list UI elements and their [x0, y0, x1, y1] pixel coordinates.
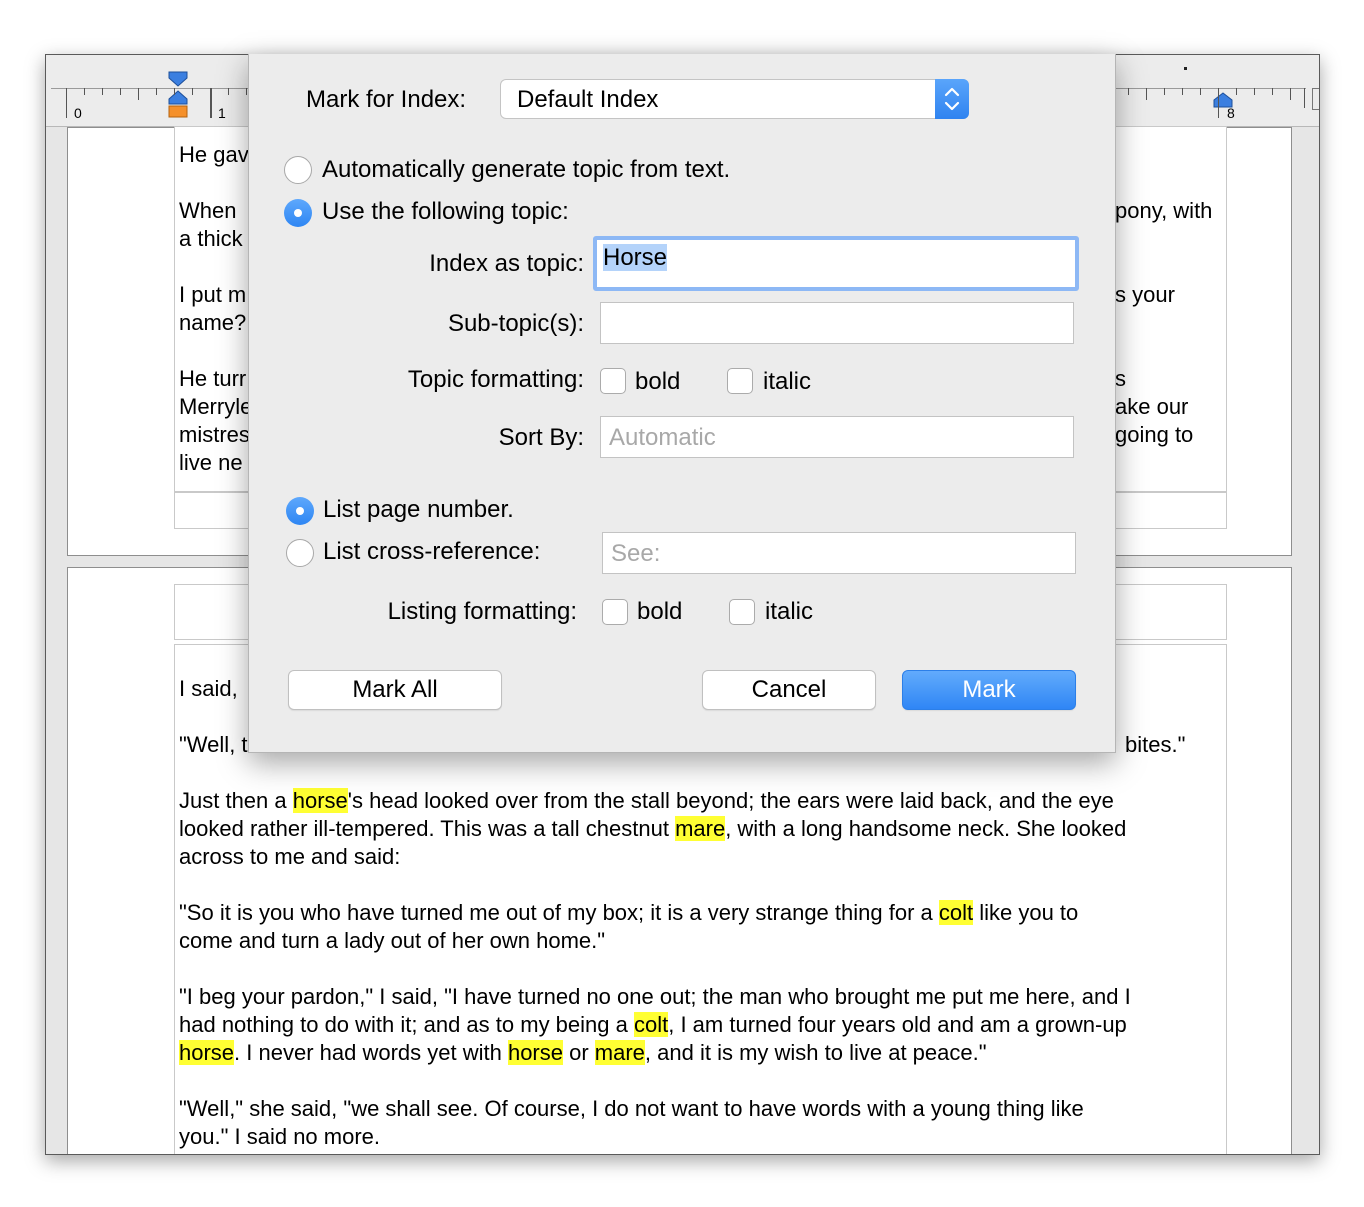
ruler-tick [1236, 88, 1237, 95]
index-highlight[interactable]: colt [633, 1012, 669, 1037]
listing-bold-checkbox[interactable] [602, 599, 628, 625]
ruler-tick [1272, 88, 1273, 95]
index-select-value: Default Index [517, 86, 659, 113]
text-line: you." I said no more. [179, 1124, 381, 1149]
chevron-up-down-icon[interactable] [935, 79, 969, 119]
text-line: going to [1115, 422, 1194, 447]
mark-for-index-dialog: Mark for Index: Default Index Automatica… [248, 54, 1116, 753]
text-line: I put m [179, 282, 247, 307]
ruler-tick [1304, 88, 1305, 108]
text-line: come and turn a lady out of her own home… [179, 928, 606, 953]
subtopic-label: Sub-topic(s): [447, 310, 584, 337]
text-line: live ne [179, 450, 243, 475]
text-line: horse. I never had words yet with horse … [179, 1040, 987, 1065]
index-as-topic-label: Index as topic: [429, 250, 584, 277]
subtopic-field[interactable] [600, 302, 1074, 344]
text-line: Merryle [179, 394, 253, 419]
topic-bold-checkbox[interactable] [600, 368, 626, 394]
ruler-tick [156, 88, 157, 95]
listing-italic-label[interactable]: italic [765, 598, 813, 626]
text-line: "Well, t [179, 732, 248, 757]
text-line: a thick [179, 226, 243, 251]
topic-italic-label[interactable]: italic [763, 368, 811, 396]
ruler-tick [228, 88, 229, 95]
ruler-tick [120, 88, 121, 95]
mark-button[interactable]: Mark [902, 670, 1076, 710]
index-highlight[interactable]: colt [938, 900, 974, 925]
text-line: He turr [179, 366, 247, 391]
radio-list-cross-reference[interactable] [286, 539, 314, 567]
index-select[interactable]: Default Index [500, 79, 969, 119]
index-highlight[interactable]: mare [594, 1040, 645, 1065]
text-line: bites." [1125, 732, 1186, 757]
radio-auto-generate[interactable] [284, 156, 312, 184]
index-as-topic-value: Horse [603, 244, 668, 271]
text-line: I said, [179, 676, 238, 701]
index-as-topic-field[interactable]: Horse [593, 236, 1079, 291]
text-line: s [1115, 366, 1126, 391]
text-line: Just then a horse's head looked over fro… [179, 788, 1114, 813]
radio-use-topic[interactable] [284, 199, 312, 227]
ruler-end [1312, 88, 1319, 110]
ruler-tick [84, 88, 85, 95]
mark-for-index-label: Mark for Index: [306, 86, 467, 113]
radio-list-page-number[interactable] [286, 497, 314, 525]
ruler-tick [174, 88, 175, 95]
listing-italic-checkbox[interactable] [729, 599, 755, 625]
ruler-tick [246, 88, 247, 95]
radio-auto-generate-label[interactable]: Automatically generate topic from text. [322, 156, 730, 184]
index-highlight[interactable]: mare [675, 816, 726, 841]
ruler-tick [102, 88, 103, 95]
radio-use-topic-label[interactable]: Use the following topic: [322, 198, 569, 226]
index-highlight[interactable]: horse [292, 788, 348, 813]
sort-by-field[interactable]: Automatic [600, 416, 1074, 458]
ruler-tick [210, 88, 211, 118]
ruler-number: 0 [74, 105, 82, 121]
text-line: mistres [179, 422, 250, 447]
ruler-tick [1128, 88, 1129, 95]
text-line: name? [179, 310, 247, 335]
topic-bold-label[interactable]: bold [635, 368, 680, 396]
radio-list-page-number-label[interactable]: List page number. [323, 496, 514, 524]
ruler-tick [1218, 88, 1219, 118]
text-line: He gav [179, 142, 249, 167]
ruler-tick [66, 88, 67, 118]
listing-formatting-label: Listing formatting: [387, 598, 577, 625]
ruler-tick [138, 88, 139, 100]
ruler-tick [1164, 88, 1165, 95]
cancel-button[interactable]: Cancel [702, 670, 876, 710]
ruler-tick [1290, 88, 1291, 100]
index-highlight[interactable]: horse [507, 1040, 563, 1065]
tab-stop-icon[interactable] [1213, 92, 1233, 108]
ruler-number: 1 [218, 105, 226, 121]
listing-bold-label[interactable]: bold [637, 598, 682, 626]
text-line: "Well," she said, "we shall see. Of cour… [179, 1096, 1084, 1121]
index-highlight[interactable]: horse [179, 1040, 235, 1065]
ruler-dot [1184, 67, 1187, 70]
text-line: "So it is you who have turned me out of … [179, 900, 1079, 925]
ruler-tick [192, 88, 193, 95]
text-line: had nothing to do with it; and as to my … [179, 1012, 1127, 1037]
text-line: pony, with [1115, 198, 1213, 223]
topic-formatting-label: Topic formatting: [407, 366, 584, 393]
text-line: ake our [1115, 394, 1189, 419]
cross-reference-field[interactable]: See: [602, 532, 1076, 574]
text-line: When [179, 198, 237, 223]
chevron-up-down-icon [944, 87, 960, 111]
ruler-tick [1182, 88, 1183, 95]
ruler-tick [1200, 88, 1201, 95]
indent-marker-icon[interactable] [168, 71, 188, 119]
radio-list-cross-reference-label[interactable]: List cross-reference: [323, 538, 540, 566]
text-line: s your [1115, 282, 1175, 307]
text-line: looked rather ill-tempered. This was a t… [179, 816, 1127, 841]
text-line: across to me and said: [179, 844, 401, 869]
mark-all-button[interactable]: Mark All [288, 670, 502, 710]
ruler-tick [1254, 88, 1255, 95]
sort-by-label: Sort By: [498, 424, 584, 451]
text-line: "I beg your pardon," I said, "I have tur… [179, 984, 1131, 1009]
topic-italic-checkbox[interactable] [727, 368, 753, 394]
ruler-tick [211, 88, 212, 118]
ruler-tick [1146, 88, 1147, 100]
